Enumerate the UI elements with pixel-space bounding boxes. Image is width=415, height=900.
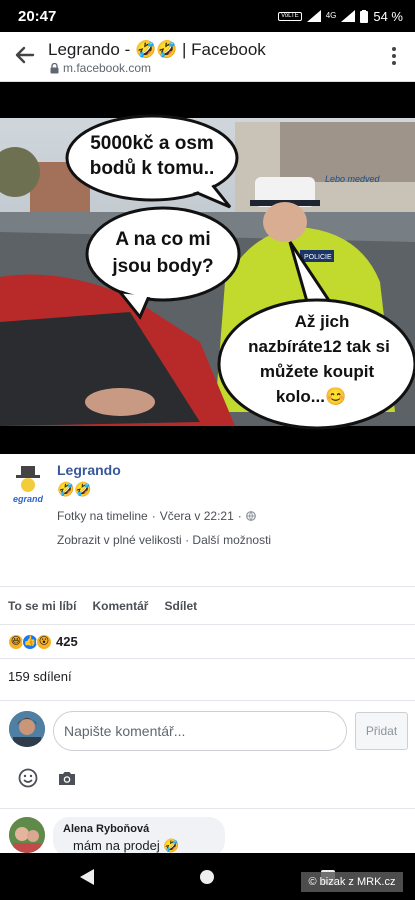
signal-icon (306, 10, 321, 22)
bubble3-line3: můžete koupit (260, 362, 375, 381)
share-count[interactable]: 159 sdílení (0, 658, 415, 700)
camera-icon[interactable] (58, 770, 76, 786)
post-text: 🤣🤣 (57, 481, 92, 497)
comment-input[interactable]: Napište komentář... (53, 711, 347, 751)
bubble3-line2: nazbíráte12 tak si (248, 337, 390, 356)
signal-2-icon (341, 10, 356, 22)
status-bar: 20:47 VoLTE 4G 54 % (0, 0, 415, 32)
comment-composer: Napište komentář... Přidat (0, 700, 415, 804)
bubble1-line1: 5000kč a osm (90, 133, 214, 154)
album-link[interactable]: Fotky na timeline (57, 509, 148, 523)
post-author[interactable]: Legrando (57, 462, 121, 478)
more-options-link[interactable]: Další možnosti (192, 533, 271, 547)
reactions-summary[interactable]: 😆 👍 😮 425 (0, 624, 415, 658)
globe-icon (245, 511, 256, 521)
comment-bubble: Alena Ryboňová mám na prodej 🤣 (53, 817, 225, 857)
bubble2-line1: A na co mi (115, 229, 210, 250)
wow-icon: 😮 (36, 633, 52, 650)
meme-signature: Lebo medved (325, 174, 381, 184)
avatar (9, 711, 45, 747)
emoji-icon[interactable] (18, 768, 38, 788)
nav-back-icon[interactable] (80, 869, 95, 885)
page-logo[interactable]: egrand (10, 464, 46, 506)
battery-icon (360, 9, 369, 23)
watermark: © bizak z MRK.cz (301, 872, 403, 892)
page-host: m.facebook.com (50, 61, 151, 75)
post-photo[interactable]: POLICIE Lebo medved 5000kč a osm bodů k … (0, 82, 415, 454)
volte-badge: VoLTE (278, 11, 302, 21)
logo-text: egrand (13, 494, 44, 504)
reaction-icons: 😆 👍 😮 (8, 633, 52, 650)
post-actions: To se mi líbí Komentář Sdílet (0, 586, 415, 624)
status-time: 20:47 (18, 7, 57, 25)
share-button[interactable]: Sdílet (164, 599, 197, 613)
post-comment-button[interactable]: Přidat (355, 712, 408, 750)
meta-separator: · (237, 509, 242, 523)
status-indicators: VoLTE 4G 54 % (278, 9, 403, 24)
comment-text: mám na prodej 🤣 (73, 838, 180, 853)
bubble2-line2: jsou body? (111, 256, 213, 277)
meta-separator: · (151, 509, 156, 523)
arrow-left-icon[interactable] (14, 44, 36, 66)
meme-image: POLICIE Lebo medved 5000kč a osm bodů k … (0, 114, 415, 430)
nav-home-icon[interactable] (200, 870, 214, 884)
post-header: egrand Legrando 🤣🤣 Fotky na timeline · V… (0, 462, 415, 552)
like-button[interactable]: To se mi líbí (8, 599, 76, 613)
page-title: Legrando - 🤣🤣 | Facebook (48, 40, 266, 59)
browser-toolbar: Legrando - 🤣🤣 | Facebook m.facebook.com (0, 32, 415, 82)
comment-button[interactable]: Komentář (92, 599, 148, 613)
photo-links: Zobrazit v plné velikosti · Další možnos… (57, 533, 271, 547)
more-vertical-icon[interactable] (391, 46, 397, 66)
view-full-size-link[interactable]: Zobrazit v plné velikosti (57, 533, 182, 547)
reaction-count: 425 (56, 634, 78, 649)
network-type: 4G (325, 11, 337, 20)
bubble1-line2: bodů k tomu.. (90, 158, 215, 179)
page-host-text: m.facebook.com (63, 61, 152, 75)
comment-author[interactable]: Alena Ryboňová (63, 823, 215, 835)
comment-item: Alena Ryboňová mám na prodej 🤣 (0, 808, 415, 857)
comment-input-placeholder: Napište komentář... (64, 723, 186, 739)
post-time[interactable]: Včera v 22:21 (160, 509, 234, 523)
bubble3-line1: Až jich (295, 312, 350, 331)
vest-text: POLICIE (304, 254, 332, 261)
battery-level: 54 % (373, 8, 403, 24)
avatar[interactable] (9, 817, 45, 853)
post-meta: Fotky na timeline · Včera v 22:21 · (57, 509, 256, 523)
lock-icon (50, 62, 59, 73)
bubble3-line4: kolo...😊 (276, 387, 346, 406)
